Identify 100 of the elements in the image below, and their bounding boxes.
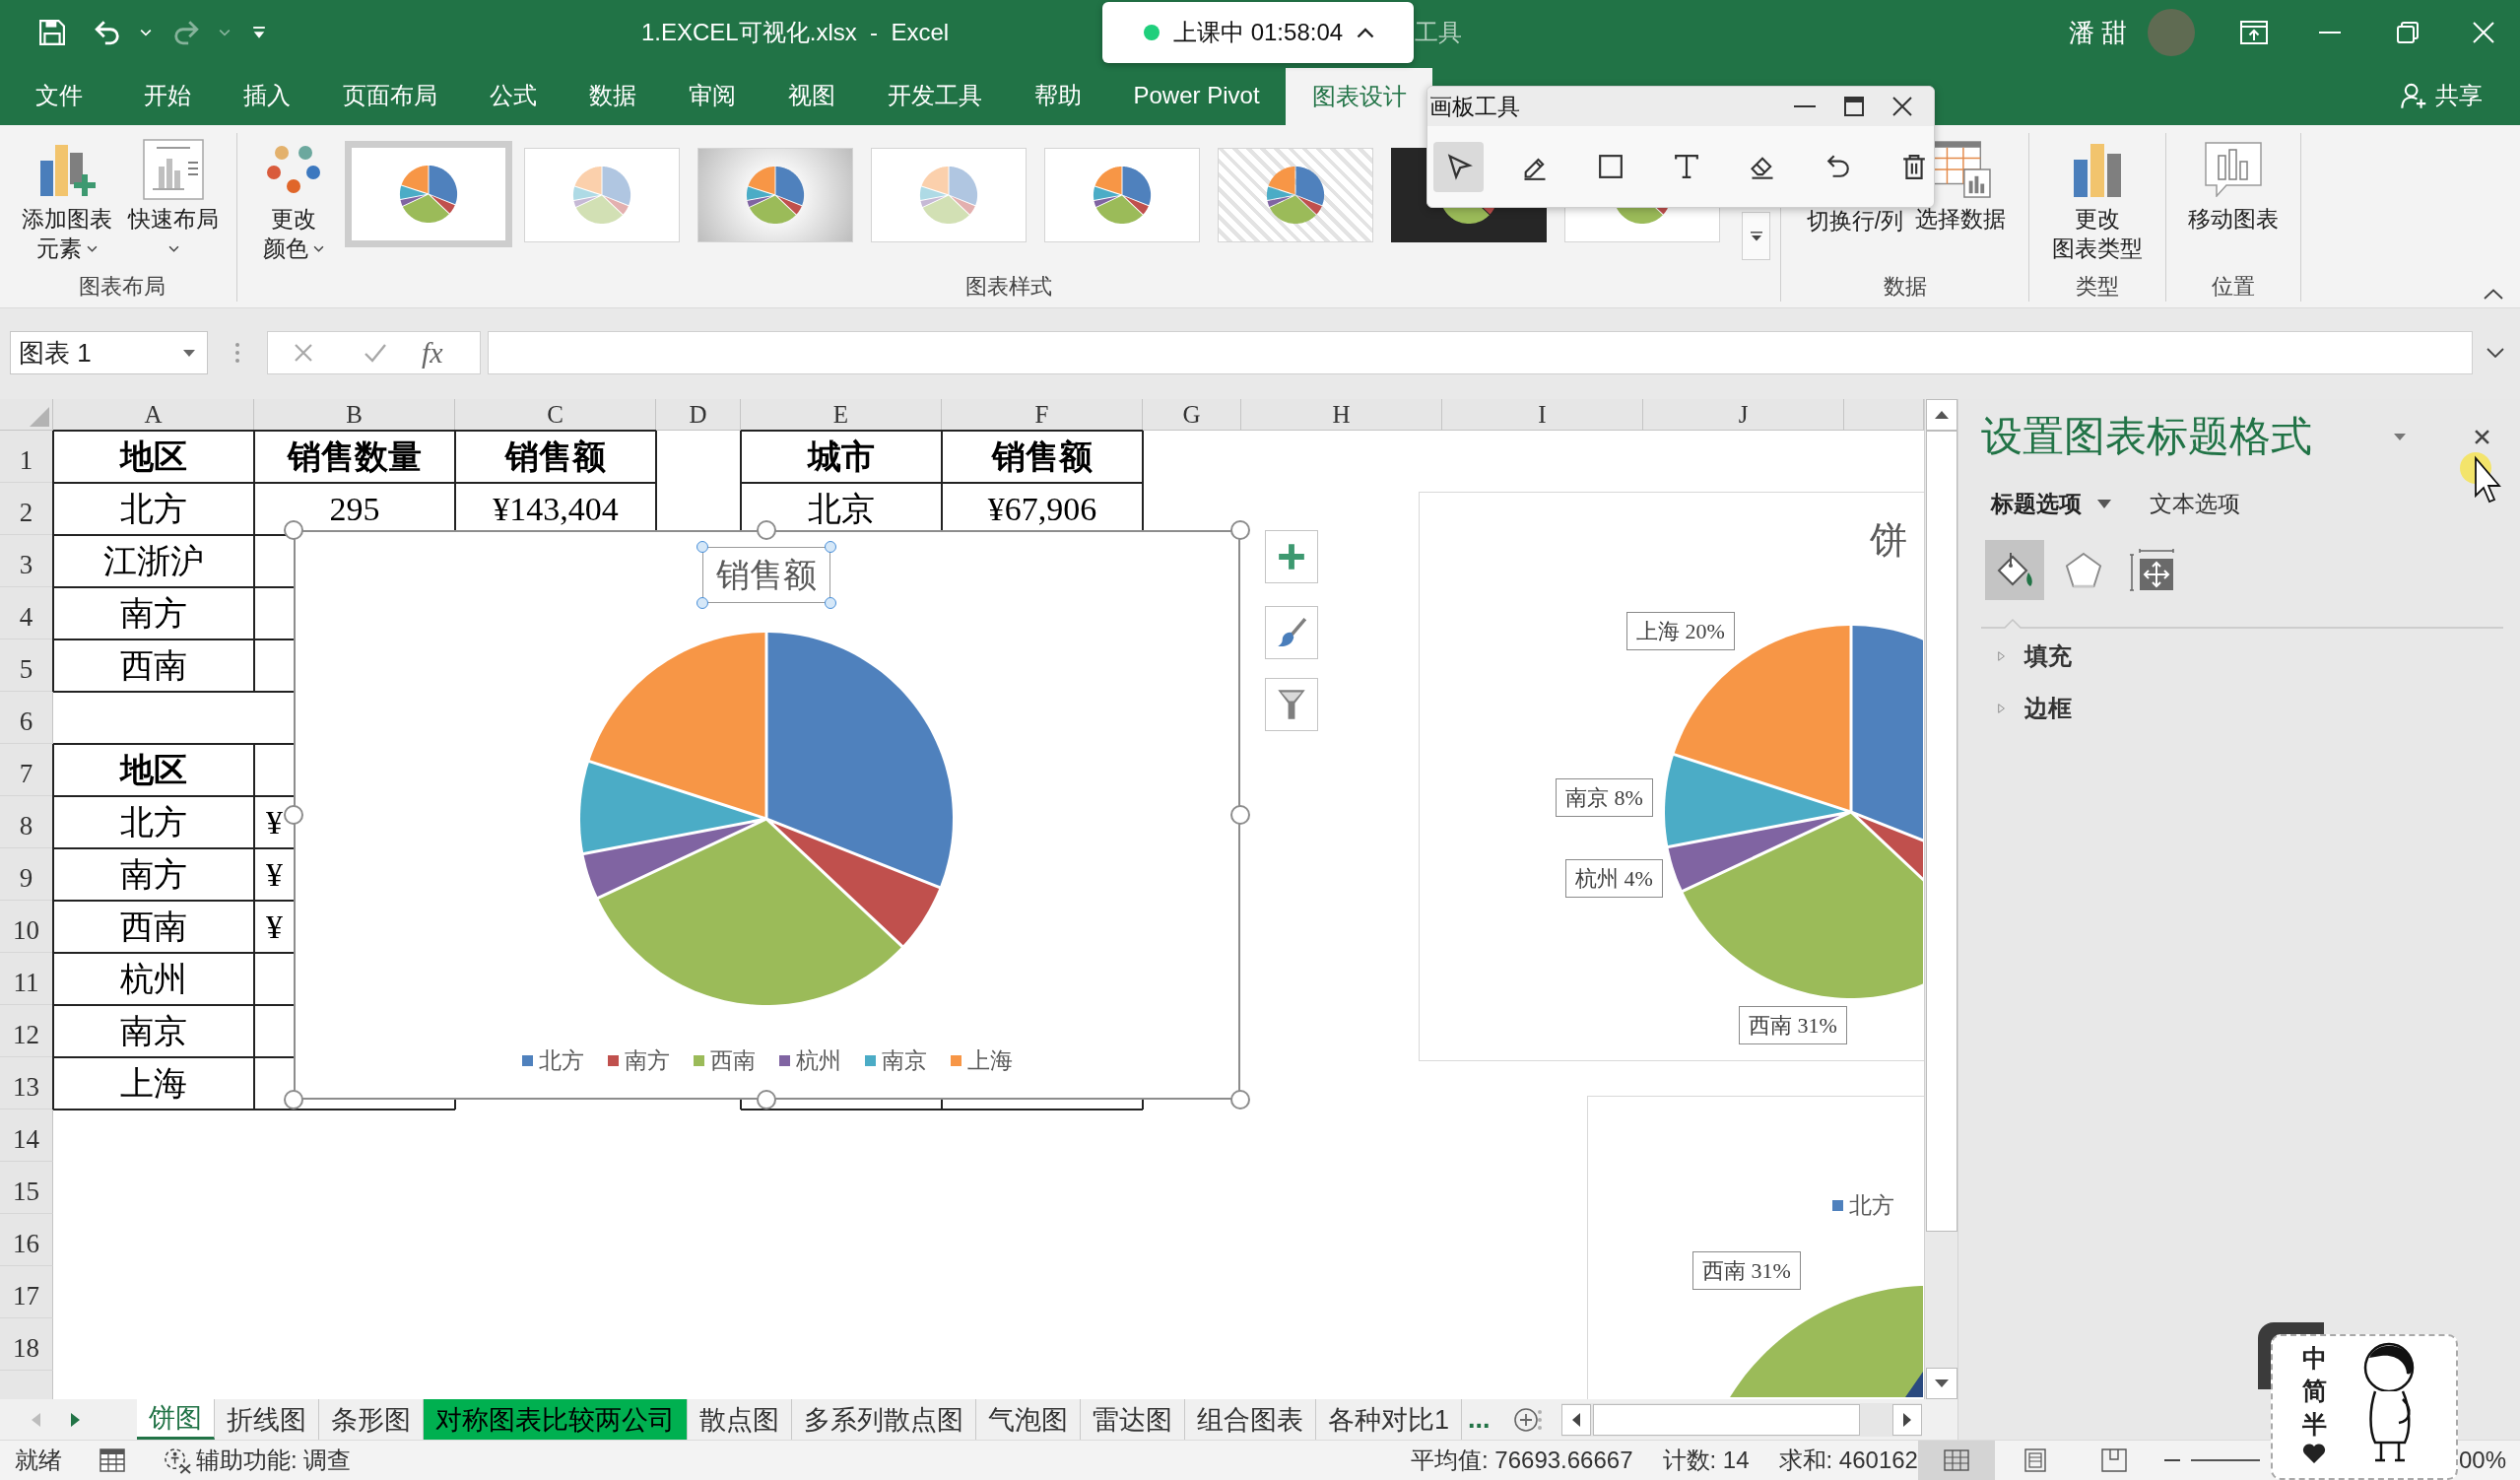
row-header[interactable]: 1 [0,431,53,483]
column-header[interactable]: J [1643,399,1844,431]
ribbon-tab[interactable]: 帮助 [1008,65,1107,125]
chart-filters-button[interactable] [1265,678,1318,731]
row-header[interactable]: 10 [0,901,53,953]
quick-access-button[interactable] [252,26,266,39]
data-label[interactable]: 西南 31% [1692,1251,1801,1290]
pie-slice[interactable] [598,820,901,1005]
pie-slice[interactable] [583,822,756,898]
row-header[interactable]: 14 [0,1110,53,1162]
cancel-icon[interactable] [294,343,313,363]
maximize-icon[interactable] [1844,97,1864,116]
pie-slice[interactable] [772,823,940,946]
scroll-right-icon[interactable] [71,1412,80,1427]
chart-area[interactable]: 北方 西南 31% [1587,1096,1924,1399]
ribbon-button[interactable]: 更改 颜色 [247,135,340,263]
column-header[interactable]: H [1241,399,1442,431]
share-button[interactable]: 共享 [2400,65,2483,125]
resize-handle[interactable] [1230,805,1250,825]
resize-handle[interactable] [1230,520,1250,540]
row-header[interactable]: 11 [0,953,53,1005]
section-header[interactable]: 边框 [1981,689,2489,728]
name-box[interactable]: 图表 1 [10,331,208,374]
resize-handle[interactable] [757,520,776,540]
row-header[interactable]: 12 [0,1005,53,1057]
pane-tab[interactable]: 标题选项 [1991,488,2111,519]
chart-area[interactable]: 销售额 北方 南方 西南 杭州 南京 上海 [294,530,1240,1100]
resize-handle[interactable] [284,1090,303,1110]
column-header[interactable]: B [254,399,455,431]
data-label[interactable]: 南京 8% [1556,778,1653,817]
chart-title[interactable]: 饼 [1870,515,1907,566]
pie-slice[interactable] [1852,626,1923,840]
scroll-up-button[interactable] [1925,399,1957,431]
title-handle[interactable] [696,597,708,609]
data-label[interactable]: 上海 20% [1626,612,1735,650]
accessibility-status[interactable]: 辅助功能: 调查 [196,1445,352,1476]
scroll-right-button[interactable] [1892,1403,1922,1436]
column-header[interactable]: I [1442,399,1643,431]
scroll-left-button[interactable] [1561,1403,1591,1436]
sheet-tab[interactable]: 饼图 [137,1399,215,1440]
ribbon-tab[interactable]: 开发工具 [861,65,1008,125]
chart-style-thumbnail[interactable] [1218,148,1373,242]
ribbon-tab[interactable]: 数据 [563,65,662,125]
row-header[interactable]: 7 [0,744,53,796]
more-sheets-button[interactable]: ... [1462,1399,1496,1440]
ribbon-tab[interactable]: 审阅 [662,65,762,125]
scroll-down-button[interactable] [1925,1368,1957,1399]
caret-down-icon[interactable] [2487,348,2504,358]
row-header[interactable]: 6 [0,692,53,744]
tool-button[interactable] [1433,141,1484,192]
row-header[interactable]: 9 [0,848,53,901]
chart-style-thumbnail[interactable] [697,148,853,242]
column-header[interactable]: E [741,399,942,431]
ribbon-tab[interactable]: 公式 [463,65,563,125]
pie-slice[interactable] [1668,815,1840,891]
row-header[interactable]: 13 [0,1057,53,1110]
pie-slice[interactable] [1857,816,1923,878]
sheet-icon[interactable] [99,1448,125,1472]
ime-mode-label[interactable]: 半 [2301,1410,2327,1437]
chart-elements-button[interactable] [1265,530,1318,583]
resize-handle[interactable] [1230,1090,1250,1110]
scrollbar-thumb[interactable] [1925,431,1957,1232]
drag-handle-icon[interactable] [235,343,239,363]
column-header[interactable]: D [656,399,741,431]
pie-slice[interactable] [580,763,761,852]
ime-mode-label[interactable]: 中 [2301,1345,2327,1372]
drag-handle-icon[interactable] [1538,1409,1542,1430]
close-icon[interactable] [2475,429,2489,444]
chart-styles-button[interactable] [1265,606,1318,659]
row-header[interactable]: 18 [0,1318,53,1371]
pie-slice[interactable] [767,633,953,887]
resize-handle[interactable] [284,520,303,540]
ribbon-button[interactable]: 添加图表 元素 [12,135,122,263]
ribbon-tab[interactable]: 插入 [217,65,316,125]
formula-input[interactable] [488,331,2473,374]
column-header[interactable]: G [1143,399,1241,431]
restore-icon[interactable] [2397,22,2419,43]
caret-up-icon[interactable] [1357,27,1375,38]
icon-tab[interactable] [1985,540,2044,600]
chart-style-thumbnail[interactable] [871,148,1027,242]
add-sheet-icon[interactable] [1513,1407,1538,1432]
checkmark-icon[interactable] [364,343,387,363]
column-header[interactable]: C [455,399,656,431]
caret-up-icon[interactable] [2484,289,2503,300]
view-button[interactable] [1917,1441,1995,1480]
row-header[interactable]: 2 [0,483,53,535]
ribbon-button[interactable]: 快速布局 [122,135,225,263]
row-header[interactable]: 16 [0,1214,53,1266]
title-handle[interactable] [825,597,836,609]
chart-style-thumbnail[interactable] [345,141,512,247]
row-header[interactable]: 5 [0,639,53,692]
quick-access-button[interactable] [39,20,65,45]
ribbon-tab[interactable]: 视图 [762,65,861,125]
pie-slice[interactable] [1905,1372,1923,1397]
user-name[interactable]: 潘 甜 [2068,15,2127,50]
data-label[interactable]: 杭州 4% [1565,859,1663,898]
minus-icon[interactable] [2163,1459,2180,1461]
gallery-more-button[interactable] [1742,212,1770,260]
chart-area[interactable]: 饼 上海 20% 南京 8% 杭州 4% 西南 31% [1419,492,1924,1061]
row-header[interactable]: 17 [0,1266,53,1318]
